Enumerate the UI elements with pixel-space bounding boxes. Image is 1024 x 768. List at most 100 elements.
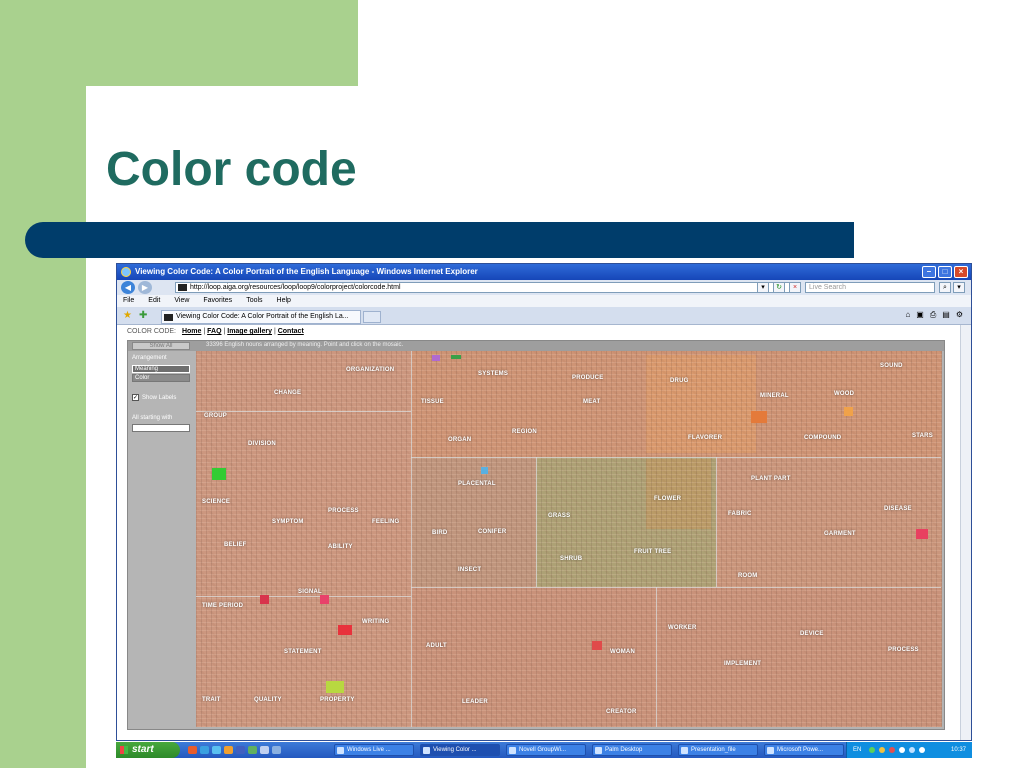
arrangement-label: Arrangement — [132, 355, 167, 361]
search-options-icon[interactable]: ▾ — [953, 282, 965, 293]
arrangement-meaning-option[interactable]: Meaning — [132, 365, 190, 373]
mosaic-label: FABRIC — [728, 511, 752, 517]
quicklaunch-icon[interactable] — [212, 746, 221, 754]
menu-edit[interactable]: Edit — [148, 295, 160, 307]
windows-taskbar: start Windows Live ... Viewing Color ...… — [116, 742, 972, 758]
mosaic-label: GARMENT — [824, 531, 856, 537]
quicklaunch-icon[interactable] — [236, 746, 245, 754]
app-icon — [509, 747, 516, 754]
close-icon[interactable]: × — [954, 266, 968, 278]
mosaic-label: MEAT — [583, 399, 601, 405]
address-bar[interactable]: http://loop.aiga.org/resources/loop/loop… — [175, 282, 795, 293]
mosaic-label: MINERAL — [760, 393, 789, 399]
language-indicator[interactable]: EN — [853, 742, 861, 758]
print-icon[interactable]: ⎙ — [930, 310, 936, 320]
mosaic-label: ABILITY — [328, 544, 353, 550]
quicklaunch-icon[interactable] — [248, 746, 257, 754]
mosaic-texture — [196, 351, 942, 727]
command-bar: ⌂ ▣ ⎙ ▤ ⚙ — [905, 310, 963, 320]
quicklaunch-icon[interactable] — [272, 746, 281, 754]
window-titlebar[interactable]: Viewing Color Code: A Color Portrait of … — [117, 264, 971, 280]
feeds-icon[interactable]: ▣ — [916, 310, 924, 320]
home-icon[interactable]: ⌂ — [905, 310, 910, 320]
menu-file[interactable]: File — [123, 295, 134, 307]
forward-icon[interactable]: ▶ — [138, 281, 152, 294]
favorites-star-icon[interactable]: ★ — [123, 310, 132, 321]
nav-link-image-gallery[interactable]: Image gallery — [227, 328, 272, 335]
control-panel: Arrangement Meaning Color ✓ Show Labels … — [128, 351, 196, 729]
windows-logo-icon — [120, 746, 128, 754]
mosaic-divider — [196, 411, 411, 412]
nav-link-contact[interactable]: Contact — [278, 328, 304, 335]
show-all-button[interactable]: Show All — [132, 342, 190, 350]
mosaic-label: WOMAN — [610, 649, 635, 655]
vertical-scrollbar[interactable] — [960, 325, 971, 740]
quicklaunch-icon[interactable] — [200, 746, 209, 754]
powerpoint-icon — [767, 747, 774, 754]
nav-link-faq[interactable]: FAQ — [207, 328, 221, 335]
mosaic-label: PROCESS — [328, 508, 359, 514]
mosaic-divider — [536, 457, 537, 587]
tray-icon[interactable] — [869, 747, 875, 753]
site-favicon-icon — [178, 284, 187, 291]
menu-tools[interactable]: Tools — [246, 295, 262, 307]
filter-input[interactable] — [132, 424, 190, 432]
taskbar-item-presentation-file[interactable]: Presentation_file — [678, 744, 758, 756]
address-dropdown-icon[interactable]: ▾ — [757, 282, 769, 293]
quicklaunch-icon[interactable] — [188, 746, 197, 754]
page-icon[interactable]: ▤ — [942, 310, 950, 320]
mosaic-label: WORKER — [668, 625, 697, 631]
filter-label: All starting with — [132, 415, 173, 421]
site-nav-label: COLOR CODE: — [127, 328, 177, 335]
minimize-icon[interactable]: – — [922, 266, 936, 278]
mosaic-divider — [411, 587, 941, 588]
tools-icon[interactable]: ⚙ — [956, 310, 963, 320]
tray-icon[interactable] — [889, 747, 895, 753]
mosaic-label: DIVISION — [248, 441, 276, 447]
system-tray: EN 10:37 — [846, 742, 972, 758]
network-icon[interactable] — [919, 747, 925, 753]
menu-view[interactable]: View — [174, 295, 189, 307]
maximize-icon[interactable]: □ — [938, 266, 952, 278]
taskbar-item-novell-groupwise[interactable]: Novell GroupWi... — [506, 744, 586, 756]
add-favorite-icon[interactable]: ✚ — [139, 310, 147, 321]
mosaic-label: GRASS — [548, 513, 571, 519]
taskbar-item-viewing-color[interactable]: Viewing Color ... — [420, 744, 500, 756]
mosaic-label: CREATOR — [606, 709, 637, 715]
tab-title: Viewing Color Code: A Color Portrait of … — [176, 313, 349, 320]
mosaic-label: WOOD — [834, 391, 855, 397]
menu-help[interactable]: Help — [277, 295, 291, 307]
quicklaunch-icon[interactable] — [224, 746, 233, 754]
address-row: ◀ ▶ http://loop.aiga.org/resources/loop/… — [117, 280, 971, 295]
noun-mosaic[interactable]: ORGANIZATION CHANGE GROUP DIVISION SCIEN… — [196, 351, 942, 727]
search-icon[interactable]: ⌕ — [939, 282, 951, 293]
mosaic-label: IMPLEMENT — [724, 661, 762, 667]
taskbar-item-powerpoint[interactable]: Microsoft Powe... — [764, 744, 844, 756]
mosaic-label: FRUIT TREE — [634, 549, 672, 555]
taskbar-item-palm-desktop[interactable]: Palm Desktop — [592, 744, 672, 756]
quicklaunch-icon[interactable] — [260, 746, 269, 754]
menu-favorites[interactable]: Favorites — [203, 295, 232, 307]
show-labels-checkbox[interactable]: ✓ — [132, 394, 139, 401]
ie-logo-icon — [121, 267, 131, 277]
arrangement-color-option[interactable]: Color — [132, 374, 190, 382]
new-tab-button[interactable] — [363, 311, 381, 323]
refresh-icon[interactable]: ↻ — [773, 282, 785, 293]
taskbar-item-windows-live[interactable]: Windows Live ... — [334, 744, 414, 756]
tray-icon[interactable] — [899, 747, 905, 753]
slide-title: Color code — [106, 143, 357, 196]
taskbar-item-label: Viewing Color ... — [433, 747, 477, 753]
menu-bar: File Edit View Favorites Tools Help — [117, 295, 971, 307]
mosaic-label: CHANGE — [274, 390, 302, 396]
tray-icon[interactable] — [879, 747, 885, 753]
green-side-band — [0, 0, 86, 768]
volume-icon[interactable] — [909, 747, 915, 753]
back-icon[interactable]: ◀ — [121, 281, 135, 294]
start-button[interactable]: start — [116, 742, 180, 758]
nav-link-home[interactable]: Home — [182, 328, 201, 335]
search-input[interactable]: Live Search — [805, 282, 935, 293]
tab-color-code[interactable]: Viewing Color Code: A Color Portrait of … — [161, 310, 361, 324]
stop-icon[interactable]: × — [789, 282, 801, 293]
mosaic-label: PLANT PART — [751, 476, 791, 482]
mosaic-label: PROCESS — [888, 647, 919, 653]
